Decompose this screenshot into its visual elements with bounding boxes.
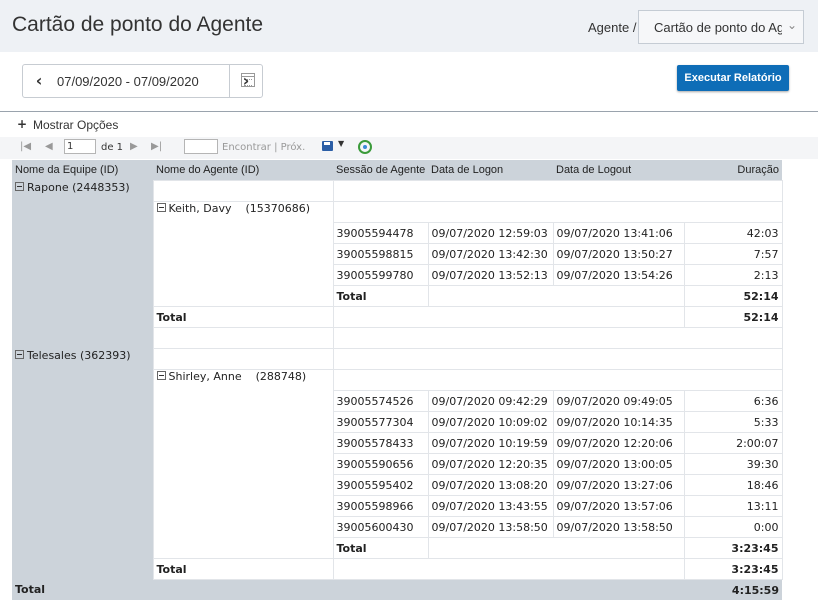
collapse-icon[interactable] (157, 203, 166, 212)
grand-total-value: 4:15:59 (684, 580, 782, 600)
report-table: Nome da Equipe (ID) Nome do Agente (ID) … (12, 160, 783, 600)
report-pager: |◀ ◀ 1 de 1 ▶ ▶| Encontrar | Próx. ▼ (0, 137, 818, 159)
refresh-icon[interactable] (358, 140, 372, 154)
plus-icon[interactable]: + (17, 117, 27, 131)
column-header-logon[interactable]: Data de Logon (428, 160, 553, 181)
page-title: Cartão de ponto do Agente (12, 13, 263, 37)
table-header-row: Nome da Equipe (ID) Nome do Agente (ID) … (12, 160, 782, 181)
page-count: de 1 (101, 142, 123, 153)
team-total-value: 52:14 (684, 307, 782, 328)
page-number-input[interactable]: 1 (64, 139, 96, 154)
grand-total-label: Total (12, 580, 153, 600)
team-cell: Rapone (2448353) (12, 181, 153, 349)
collapse-icon[interactable] (157, 371, 166, 380)
team-name: Rapone (27, 181, 69, 194)
date-range-value: 07/09/2020 - 07/09/2020 (57, 74, 199, 89)
chevron-down-icon: ⌄ (787, 18, 797, 32)
collapse-icon[interactable] (15, 350, 24, 359)
show-options-link[interactable]: Mostrar Opções (33, 118, 118, 132)
agent-id: (15370686) (246, 202, 311, 215)
save-icon[interactable] (322, 141, 333, 151)
agent-total-label: Total (333, 538, 428, 559)
team-total-value: 3:23:45 (684, 559, 782, 580)
agent-cell: Keith, Davy (15370686) (153, 202, 333, 307)
column-header-team[interactable]: Nome da Equipe (ID) (12, 160, 153, 181)
previous-page-icon[interactable]: ◀ (45, 141, 53, 152)
team-id: (362393) (80, 349, 131, 362)
column-header-agent[interactable]: Nome do Agente (ID) (153, 160, 333, 181)
report-toolbar: ‹ 07/09/2020 - 07/09/2020 › Executar Rel… (0, 52, 818, 112)
export-dropdown-icon[interactable]: ▼ (338, 139, 344, 148)
next-page-icon[interactable]: ▶ (130, 141, 138, 152)
options-bar: + Mostrar Opções (0, 112, 818, 138)
team-row: Telesales (362393) (12, 349, 782, 370)
team-total-label: Total (153, 559, 333, 580)
collapse-icon[interactable] (15, 182, 24, 191)
team-id: (2448353) (72, 181, 130, 194)
previous-date-button[interactable]: ‹ (23, 65, 55, 97)
next-date-button[interactable]: › (229, 65, 262, 97)
find-next-link[interactable]: Próx. (281, 142, 306, 153)
find-input[interactable] (184, 139, 218, 154)
team-cell: Telesales (362393) (12, 349, 153, 580)
column-header-logout[interactable]: Data de Logout (553, 160, 684, 181)
team-total-label: Total (153, 307, 333, 328)
first-page-icon[interactable]: |◀ (20, 141, 31, 152)
agent-name: Shirley, Anne (169, 370, 242, 383)
page-header: Cartão de ponto do Agente Agente / Cartã… (0, 0, 818, 52)
report-selector-dropdown[interactable]: Cartão de ponto do Agente ⌄ (638, 10, 804, 44)
last-page-icon[interactable]: ▶| (151, 141, 162, 152)
team-row: Rapone (2448353) (12, 181, 782, 202)
find-controls: Encontrar | Próx. (222, 142, 305, 153)
team-name: Telesales (27, 349, 76, 362)
grand-total-row: Total 4:15:59 (12, 580, 782, 600)
date-range-field[interactable]: 07/09/2020 - 07/09/2020 (55, 65, 230, 97)
agent-id: (288748) (256, 370, 307, 383)
agent-total-value: 52:14 (684, 286, 782, 307)
agent-total-label: Total (333, 286, 428, 307)
find-link[interactable]: Encontrar (222, 142, 271, 153)
column-header-session[interactable]: Sessão de Agente (333, 160, 428, 181)
column-header-duration[interactable]: Duração (684, 160, 782, 181)
breadcrumb[interactable]: Agente / (588, 20, 636, 35)
run-report-button[interactable]: Executar Relatório (677, 65, 789, 91)
report-selector-value: Cartão de ponto do Agente (654, 20, 782, 35)
agent-cell: Shirley, Anne (288748) (153, 370, 333, 559)
agent-total-value: 3:23:45 (684, 538, 782, 559)
date-range-picker: ‹ 07/09/2020 - 07/09/2020 › (22, 64, 263, 98)
agent-name: Keith, Davy (169, 202, 232, 215)
